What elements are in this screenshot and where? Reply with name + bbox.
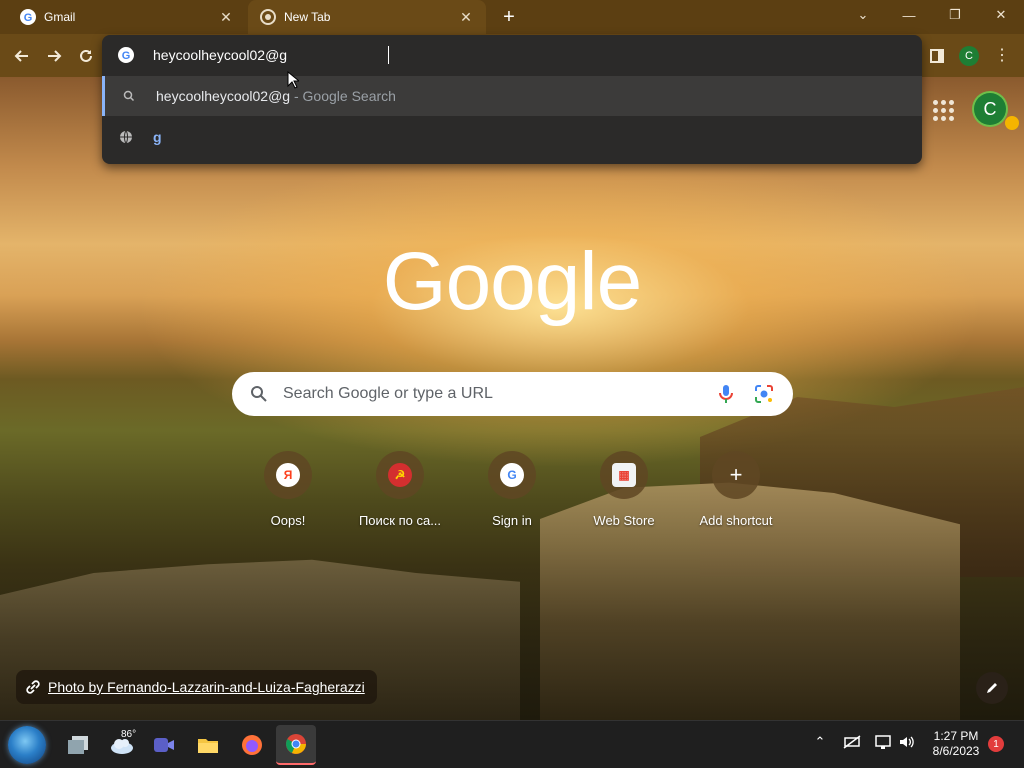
attribution-text: Photo by Fernando-Lazzarin-and-Luiza-Fag…	[48, 679, 365, 695]
customize-chrome-button[interactable]	[976, 672, 1008, 704]
shortcut-icon-circle: +	[712, 451, 760, 499]
restore-button[interactable]: ❐	[932, 0, 978, 30]
svg-text:G: G	[24, 12, 33, 24]
firefox-button[interactable]	[232, 725, 272, 765]
search-icon	[251, 386, 267, 402]
suggestion-query: heycoolheycool02@g	[156, 88, 291, 104]
weather-temperature: 86°	[121, 729, 137, 740]
close-icon[interactable]: ✕	[218, 9, 234, 25]
mouse-cursor-icon	[287, 71, 299, 89]
minimize-button[interactable]: —	[886, 0, 932, 30]
google-logo: Google	[382, 236, 642, 327]
close-icon[interactable]: ✕	[458, 9, 474, 25]
ntp-search-input[interactable]	[283, 384, 683, 404]
suggestion-text: g	[153, 129, 162, 145]
reload-icon	[80, 49, 92, 62]
chrome-icon	[260, 9, 276, 25]
close-window-button[interactable]: ✕	[978, 0, 1024, 30]
network-icon[interactable]	[842, 732, 862, 752]
clock-date: 8/6/2023	[932, 744, 980, 758]
google-account-avatar[interactable]: C	[974, 93, 1006, 125]
suggestion-subtext: - Google Search	[290, 88, 396, 104]
shortcut-icon-circle: ▦	[600, 451, 648, 499]
search-icon	[122, 89, 136, 103]
shortcut-tile[interactable]: ☭ Поиск по са...	[344, 449, 456, 545]
task-view-icon	[68, 736, 88, 754]
address-bar-input[interactable]	[153, 45, 853, 65]
clock-time: 1:27 PM	[933, 729, 979, 743]
account-badge-icon	[1005, 116, 1019, 130]
chrome-taskbar-button[interactable]	[276, 725, 316, 765]
svg-text:G: G	[122, 50, 131, 62]
system-clock[interactable]: 1:27 PM 8/6/2023	[922, 729, 990, 759]
link-icon	[26, 680, 40, 694]
forward-button[interactable]	[41, 43, 67, 69]
notification-badge[interactable]: 1	[988, 736, 1004, 752]
shortcut-tile[interactable]: G Sign in	[456, 449, 568, 545]
video-chat-icon	[154, 738, 174, 752]
start-button[interactable]	[8, 726, 46, 764]
task-view-button[interactable]	[58, 725, 98, 765]
chevron-up-icon[interactable]: ⌃	[810, 732, 830, 752]
avatar: C	[959, 46, 979, 66]
omnibox-suggestion[interactable]: heycoolheycool02@g - Google Search	[102, 76, 922, 116]
folder-icon	[198, 739, 218, 753]
arrow-right-icon	[48, 50, 62, 62]
shortcut-icon-circle: G	[488, 451, 536, 499]
plus-icon: +	[729, 462, 743, 487]
menu-button[interactable]: ⋮	[989, 43, 1015, 69]
shortcut-label: Oops!	[270, 513, 306, 528]
display-icon[interactable]	[874, 732, 894, 752]
profile-button[interactable]: C	[956, 43, 982, 69]
add-shortcut-button[interactable]: + Add shortcut	[680, 449, 792, 545]
new-tab-button[interactable]: +	[497, 5, 521, 29]
meet-app-button[interactable]	[144, 725, 184, 765]
back-button[interactable]	[9, 43, 35, 69]
side-panel-button[interactable]	[924, 43, 950, 69]
omnibox-suggestion[interactable]: g	[102, 117, 922, 157]
arrow-left-icon	[14, 50, 28, 62]
suggestion-text: heycoolheycool02@g - Google Search	[156, 88, 396, 104]
google-g-icon: G	[118, 47, 134, 63]
volume-icon[interactable]	[897, 732, 917, 752]
yandex-icon: Я	[276, 463, 300, 487]
google-g-icon: G	[20, 9, 36, 25]
tab-new-tab[interactable]: New Tab ✕	[248, 0, 486, 34]
reload-button[interactable]	[73, 43, 99, 69]
voice-search-icon[interactable]	[715, 383, 737, 405]
google-apps-button[interactable]	[930, 97, 954, 121]
omnibox-row: G	[102, 35, 922, 75]
windows-taskbar	[0, 720, 1024, 768]
shortcut-label: Sign in	[492, 513, 532, 528]
ntp-search-box[interactable]	[232, 372, 793, 416]
tab-search-icon[interactable]: ⌄	[840, 0, 886, 30]
pencil-icon	[987, 683, 997, 693]
shortcut-tile[interactable]: ▦ Web Store	[568, 449, 680, 545]
file-explorer-button[interactable]	[188, 725, 228, 765]
shortcut-label: Web Store	[593, 513, 655, 528]
shortcut-icon-circle: Я	[264, 451, 312, 499]
tab-gmail[interactable]: G Gmail ✕	[8, 0, 246, 34]
tab-title: New Tab	[284, 10, 331, 24]
shortcut-icon-circle: ☭	[376, 451, 424, 499]
side-panel-icon	[930, 49, 944, 63]
omnibox-dropdown: G heycoolheycool02@g - Google Search g	[102, 35, 922, 164]
photo-attribution-link[interactable]: Photo by Fernando-Lazzarin-and-Luiza-Fag…	[16, 670, 377, 704]
globe-icon	[119, 130, 133, 144]
more-vert-icon: ⋮	[994, 47, 1010, 64]
tab-strip: G Gmail ✕ New Tab ✕ + ⌄ — ❐ ✕	[0, 0, 1024, 34]
suggestion-url: g	[153, 129, 162, 145]
google-lens-icon[interactable]	[753, 383, 775, 405]
hammer-sickle-icon: ☭	[388, 463, 412, 487]
web-store-icon: ▦	[612, 463, 636, 487]
text-caret	[388, 46, 389, 64]
shortcut-label: Поиск по са...	[358, 513, 442, 528]
firefox-icon	[242, 735, 262, 755]
tab-title: Gmail	[44, 10, 76, 24]
shortcut-tile[interactable]: Я Oops!	[232, 449, 344, 545]
chrome-icon	[286, 734, 306, 754]
google-g-icon: G	[500, 463, 524, 487]
shortcut-label: Add shortcut	[699, 513, 773, 528]
